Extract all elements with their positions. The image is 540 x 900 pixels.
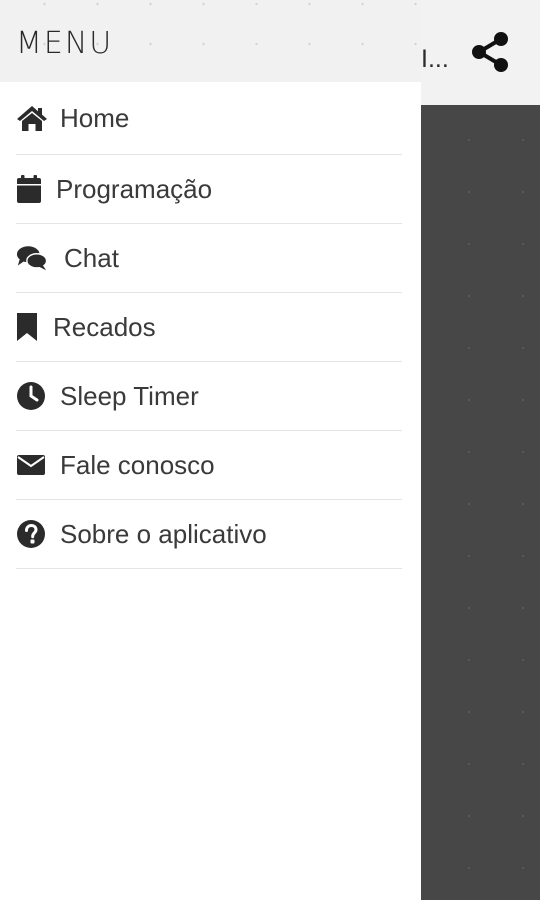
menu-item-sobre-aplicativo[interactable]: Sobre o aplicativo (16, 500, 402, 569)
home-icon (16, 102, 48, 134)
menu-item-sleep-timer[interactable]: Sleep Timer (16, 362, 402, 431)
menu-item-home[interactable]: Home (16, 82, 402, 155)
share-icon (472, 32, 508, 72)
drawer-title: MENU (16, 26, 114, 61)
menu-item-recados[interactable]: Recados (16, 293, 402, 362)
menu-item-fale-conosco[interactable]: Fale conosco (16, 431, 402, 500)
clock-icon (16, 380, 48, 412)
menu-item-label: Programação (56, 173, 213, 204)
menu-item-chat[interactable]: Chat (16, 224, 402, 293)
menu-item-label: Sobre o aplicativo (60, 518, 267, 549)
bookmark-icon (16, 311, 48, 343)
menu-list: Home Programação Chat Recados Sleep Time… (0, 82, 421, 569)
navigation-drawer: MENU Home Programação Chat Recados Sleep… (0, 0, 421, 900)
calendar-icon (16, 173, 48, 205)
menu-item-programacao[interactable]: Programação (16, 155, 402, 224)
menu-item-label: Sleep Timer (60, 380, 199, 411)
menu-item-label: Fale conosco (60, 449, 215, 480)
menu-item-label: Recados (53, 311, 156, 342)
menu-item-label: Home (60, 102, 130, 133)
share-button[interactable] (466, 28, 514, 76)
envelope-icon (16, 449, 48, 481)
app-title: I... (421, 45, 449, 73)
menu-item-label: Chat (64, 242, 119, 273)
drawer-header: MENU (0, 0, 421, 82)
chat-icon (16, 242, 48, 274)
question-circle-icon (16, 518, 48, 550)
